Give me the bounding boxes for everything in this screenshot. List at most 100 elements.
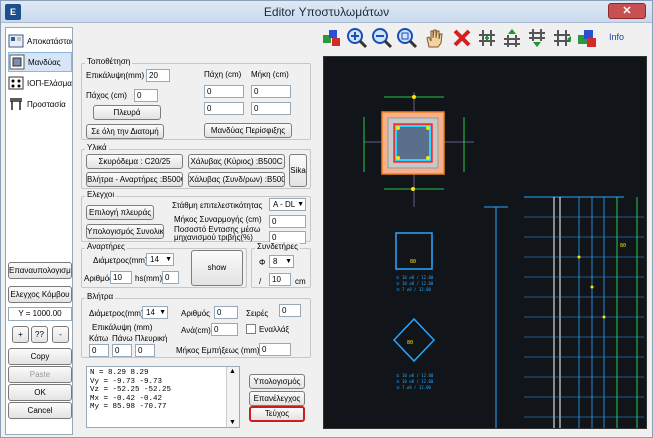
checks-group-label: Ελεγχοι [85, 190, 117, 199]
paste-button[interactable]: Paste [8, 366, 72, 383]
tie-spacing-input[interactable]: 10 [269, 273, 291, 286]
dimension-label: 80 [410, 259, 416, 265]
cover-label: Επικάλυψη(mm) [86, 71, 145, 80]
3d-view-icon[interactable] [576, 27, 598, 49]
whole-span-button[interactable]: Σε όλη την Διατομή [86, 124, 164, 139]
plus-button[interactable]: + [12, 326, 29, 343]
title-bar: E Editor Υποστυλωμάτων ✕ [1, 1, 652, 23]
dowel-per-input[interactable]: 0 [211, 323, 238, 336]
thickness-label: Πάχος (cm) [86, 91, 127, 100]
show-button[interactable]: show [191, 250, 243, 286]
ok-button[interactable]: OK [8, 384, 72, 401]
tie-diameter-select[interactable]: 8 ▼ [269, 255, 294, 268]
result-line: Mx = -0.42 -0.42 [90, 394, 163, 403]
sika-button[interactable]: Sika [289, 154, 307, 187]
dimension-label: 80 [620, 243, 626, 249]
embed-length-input[interactable]: 0 [259, 343, 291, 356]
dowel-cover-label: Επικάλυψη (mm) [92, 323, 153, 332]
thickness-input[interactable]: 0 [134, 89, 158, 102]
alternate-checkbox[interactable] [246, 324, 256, 334]
y-value-display: Y = 1000.00 [8, 307, 72, 321]
scroll-up-icon[interactable]: ▲ [229, 368, 236, 375]
cancel-button[interactable]: Cancel [8, 402, 72, 419]
materials-group-label: Υλικά [85, 143, 109, 152]
length-input-1[interactable]: 0 [251, 85, 291, 98]
select-side-button[interactable]: Επιλογή πλευράς [86, 205, 154, 220]
secondary-steel-button[interactable]: Χάλυβας (Συνδ/ρων) :B500C [188, 172, 285, 187]
results-scrollbar[interactable]: ▲ ▼ [226, 367, 239, 427]
rebar-down-icon[interactable] [526, 27, 548, 49]
delete-icon[interactable] [451, 27, 473, 49]
stirrup-diameter-select[interactable]: 14 ▼ [146, 253, 174, 266]
zoom-in-icon[interactable] [346, 27, 368, 49]
chevron-down-icon: ▼ [285, 258, 292, 265]
stirrup-diameter-label: Διάμετρος(mm) [93, 256, 148, 265]
rebar-note-icon: ② 10 ⌀8 / 12.00 [396, 379, 434, 384]
recheck-button[interactable]: Επανέλεγχος [249, 391, 305, 406]
info-link[interactable]: Info [609, 32, 624, 42]
color-palette-icon[interactable] [321, 27, 343, 49]
rebar-up-icon[interactable] [501, 27, 523, 49]
drawing-canvas[interactable]: 80 ① 10 ⌀8 / 12.00 ② 10 ⌀8 / 12.00 ③ 7 ⌀… [323, 56, 647, 429]
result-line: My = 85.98 -70.77 [90, 403, 167, 411]
dowel-diameter-select[interactable]: 14 ▼ [142, 306, 168, 319]
dowel-count-input[interactable]: 0 [214, 306, 238, 319]
rebar-note-icon: ① 10 ⌀8 / 12.00 [396, 373, 434, 378]
dowel-rows-label: Σειρές [246, 309, 269, 318]
dowel-cover-bottom-input[interactable]: 0 [89, 344, 109, 357]
protection-icon [8, 96, 24, 112]
restoration-icon [8, 33, 24, 49]
dowels-material-button[interactable]: Βλήτρα - Αναρτήρες :B500C [86, 172, 183, 187]
side-button[interactable]: Πλευρά [93, 105, 161, 120]
total-calc-button[interactable]: Υπολογισμός Συνολικά [86, 224, 164, 239]
dimension-label: 80 [407, 340, 413, 346]
report-button[interactable]: Τεύχος [249, 406, 305, 422]
dowel-cover-top-input[interactable]: 0 [112, 344, 132, 357]
main-steel-button[interactable]: Χάλυβας (Κύριος) :B500C [188, 154, 285, 169]
perimeter-jacket-button[interactable]: Μανδύας Περίσφιξης [204, 123, 292, 138]
result-line: Vz = -52.25 -52.25 [90, 386, 172, 394]
node-check-button[interactable]: Ελεγχος Κόμβου [8, 286, 72, 303]
stirrup-spacing-input[interactable]: 0 [162, 271, 179, 284]
editor-window: E Editor Υποστυλωμάτων ✕ Αποκατάστασ Μαν… [0, 0, 653, 438]
width-input-2[interactable]: 0 [204, 102, 244, 115]
result-line: N = 8.29 8.29 [90, 369, 149, 377]
concrete-button[interactable]: Σκυρόδεμα : C20/25 [86, 154, 183, 169]
calculate-button[interactable]: Υπολογισμός [249, 374, 305, 389]
rebar-flip-icon[interactable] [551, 27, 573, 49]
minus-button[interactable]: - [52, 326, 69, 343]
sidebar-item-restoration[interactable]: Αποκατάστασ [8, 31, 72, 51]
overlap-input[interactable]: 0 [269, 215, 306, 228]
recalculate-button[interactable]: Επαναυπολογισμός [8, 262, 72, 279]
column-elevation: 80 [484, 196, 644, 428]
dowel-diameter-label: Διάμετρος(mm) [89, 309, 144, 318]
rebar-note-icon: ② 10 ⌀8 / 12.00 [396, 281, 434, 286]
rebar-add-icon[interactable] [476, 27, 498, 49]
sidebar-item-protection[interactable]: Προστασία [8, 94, 72, 114]
scroll-down-icon[interactable]: ▼ [229, 419, 236, 426]
results-textbox[interactable]: N = 8.29 8.29 Vy = -9.73 -9.73 Vz = -52.… [86, 366, 240, 428]
frp-plate-icon [8, 75, 24, 91]
pan-hand-icon[interactable] [423, 27, 445, 49]
result-line: Vy = -9.73 -9.73 [90, 377, 163, 386]
dowel-cover-side-input[interactable]: 0 [135, 344, 155, 357]
dowel-rows-input[interactable]: 0 [279, 304, 301, 317]
stirrup-spacing-label: hs(mm) [135, 274, 163, 283]
length-input-2[interactable]: 0 [251, 102, 291, 115]
stirrup-count-input[interactable]: 10 [110, 271, 132, 284]
zoom-window-icon[interactable] [396, 27, 418, 49]
width-input-1[interactable]: 0 [204, 85, 244, 98]
chevron-down-icon: ▼ [159, 309, 166, 316]
copy-button[interactable]: Copy [8, 348, 72, 365]
zoom-out-icon[interactable] [371, 27, 393, 49]
width-header: Πάχη (cm) [204, 70, 242, 79]
query-button[interactable]: ?? [31, 326, 48, 343]
sidebar-item-frp[interactable]: ΙΟΠ-Ελάσματ [8, 73, 72, 93]
close-button[interactable]: ✕ [608, 3, 646, 19]
sidebar-item-jacket[interactable]: Μανδύας [8, 52, 72, 72]
placement-group-label: Τοποθέτηση [85, 57, 133, 66]
dowel-count-label: Αριθμός [181, 309, 211, 318]
stirrups-group-label: Αναρτήρες [85, 242, 127, 251]
performance-select[interactable]: A - DL ▼ [269, 198, 306, 211]
cover-input[interactable]: 20 [146, 69, 170, 82]
